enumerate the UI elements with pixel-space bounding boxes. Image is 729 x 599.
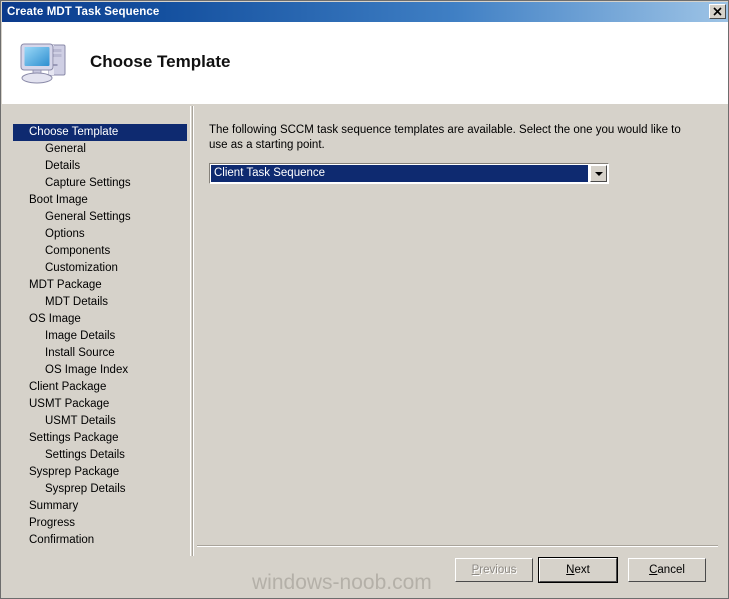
sidebar-item-sysprep-package[interactable]: Sysprep Package (13, 464, 190, 481)
sidebar-item-install-source[interactable]: Install Source (13, 345, 190, 362)
instruction-text: The following SCCM task sequence templat… (209, 124, 681, 151)
template-select-value: Client Task Sequence (211, 165, 588, 182)
next-button[interactable]: Next (538, 557, 618, 583)
sidebar-item-image-details[interactable]: Image Details (13, 328, 190, 345)
content-panel: The following SCCM task sequence templat… (197, 106, 718, 541)
sidebar-item-mdt-package[interactable]: MDT Package (13, 277, 190, 294)
bottom-strip (2, 592, 728, 598)
window-title: Create MDT Task Sequence (7, 6, 160, 18)
sidebar-item-customization[interactable]: Customization (13, 260, 190, 277)
previous-button-label: Previous (471, 564, 517, 576)
previous-button[interactable]: Previous (455, 558, 533, 582)
sidebar-item-options[interactable]: Options (13, 226, 190, 243)
sidebar-item-mdt-details[interactable]: MDT Details (13, 294, 190, 311)
template-select[interactable]: Client Task Sequence (209, 163, 609, 184)
sidebar-item-usmt-details[interactable]: USMT Details (13, 413, 190, 430)
close-icon[interactable] (709, 4, 726, 19)
sidebar-item-capture-settings[interactable]: Capture Settings (13, 175, 190, 192)
chevron-down-icon[interactable] (590, 165, 607, 182)
sidebar-item-os-image-index[interactable]: OS Image Index (13, 362, 190, 379)
sidebar-item-choose-template[interactable]: Choose Template (13, 124, 187, 141)
sidebar-item-boot-image[interactable]: Boot Image (13, 192, 190, 209)
dialog-window: Create MDT Task Sequence Choose Template… (0, 0, 729, 599)
page-title: Choose Template (90, 52, 231, 71)
sidebar-item-client-package[interactable]: Client Package (13, 379, 190, 396)
sidebar-item-usmt-package[interactable]: USMT Package (13, 396, 190, 413)
sidebar-item-general-settings[interactable]: General Settings (13, 209, 190, 226)
next-button-label: Next (566, 564, 590, 576)
sidebar-item-components[interactable]: Components (13, 243, 190, 260)
sidebar-item-sysprep-details[interactable]: Sysprep Details (13, 481, 190, 498)
wizard-step-list: Choose Template General Details Capture Set… (13, 106, 191, 556)
cancel-button-label: Cancel (649, 564, 685, 576)
sidebar-item-settings-details[interactable]: Settings Details (13, 447, 190, 464)
computer-icon (16, 36, 72, 88)
sidebar-item-summary[interactable]: Summary (13, 498, 190, 515)
title-bar: Create MDT Task Sequence (2, 2, 728, 22)
header-band: Choose Template (2, 22, 728, 104)
sidebar-item-progress[interactable]: Progress (13, 515, 190, 532)
sidebar-item-general[interactable]: General (13, 141, 190, 158)
sidebar-item-confirmation[interactable]: Confirmation (13, 532, 190, 549)
cancel-button[interactable]: Cancel (628, 558, 706, 582)
wizard-step-list-inner: Choose Template General Details Capture Set… (13, 106, 190, 556)
sidebar-item-settings-package[interactable]: Settings Package (13, 430, 190, 447)
panel-divider (192, 106, 194, 556)
sidebar-item-os-image[interactable]: OS Image (13, 311, 190, 328)
sidebar-item-details[interactable]: Details (13, 158, 190, 175)
